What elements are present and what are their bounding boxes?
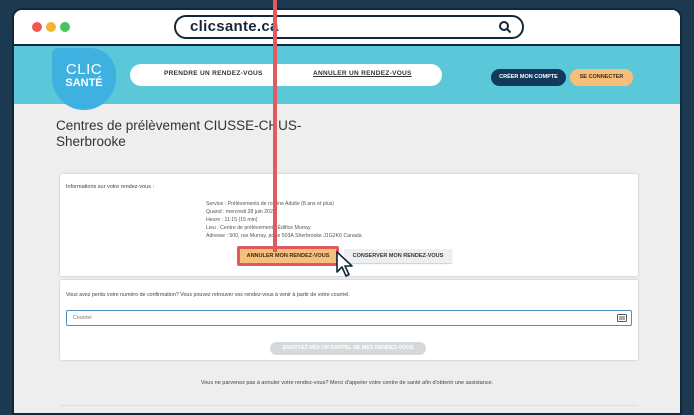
- annotation-red-line: [273, 0, 277, 252]
- reminder-card: Vous avez perdu votre numéro de confirma…: [60, 280, 638, 360]
- appointment-time: Heure : 11:15 (15 min): [206, 217, 258, 223]
- mouse-pointer-icon: [336, 251, 353, 277]
- appointment-location: Lieu : Centre de prélèvement - Édifice M…: [206, 225, 311, 231]
- footer-divider: [60, 405, 638, 406]
- nav-annuler-rendez-vous[interactable]: ANNULER UN RENDEZ-VOUS: [313, 70, 412, 77]
- lost-confirmation-text: Vous avez perdu votre numéro de confirma…: [66, 292, 350, 298]
- appointment-service: Service : Prélèvements de routine Adulte…: [206, 201, 335, 207]
- appointment-details: Service : Prélèvements de routine Adulte…: [206, 200, 362, 240]
- browser-window: clicsante.ca CLIC SANTÉ PRENDRE UN RENDE…: [12, 8, 682, 415]
- email-field[interactable]: Courriel: [66, 310, 632, 326]
- minimize-window-button[interactable]: [46, 22, 56, 32]
- login-button[interactable]: SE CONNECTER: [570, 69, 633, 86]
- maximize-window-button[interactable]: [60, 22, 70, 32]
- keep-appointment-button[interactable]: CONSERVER MON RENDEZ-VOUS: [344, 249, 452, 263]
- search-icon[interactable]: [498, 20, 512, 34]
- appointment-address: Adresse : 500, rue Murray, porte 503A Sh…: [206, 233, 362, 239]
- appointment-info-heading: Informations sur votre rendez-vous :: [66, 184, 155, 190]
- footer-help-text: Vous ne parvenez pas à annuler votre ren…: [200, 380, 494, 386]
- id-card-icon: [617, 314, 627, 322]
- logo-text-clic: CLIC: [65, 61, 103, 78]
- appointment-date: Quand : mercredi 28 juin 202: [206, 209, 273, 215]
- site-header: CLIC SANTÉ PRENDRE UN RENDEZ-VOUS ANNULE…: [14, 46, 680, 110]
- page-title: Centres de prélèvement CIUSSE-CHUS-Sherb…: [56, 118, 302, 149]
- address-bar[interactable]: clicsante.ca: [174, 15, 524, 39]
- nav-prendre-rendez-vous[interactable]: PRENDRE UN RENDEZ-VOUS: [164, 70, 263, 77]
- email-placeholder: Courriel: [73, 315, 92, 321]
- browser-titlebar: clicsante.ca: [14, 10, 680, 46]
- create-account-button[interactable]: CRÉER MON COMPTE: [491, 69, 566, 86]
- clicsante-logo[interactable]: CLIC SANTÉ: [52, 48, 116, 110]
- url-text: clicsante.ca: [190, 18, 279, 35]
- send-reminder-button[interactable]: ENVOYEZ-MOI UN RAPPEL DE MES RENDEZ-VOUS: [270, 342, 426, 355]
- main-nav: PRENDRE UN RENDEZ-VOUS ANNULER UN RENDEZ…: [130, 64, 442, 86]
- logo-text-sante: SANTÉ: [65, 77, 103, 89]
- close-window-button[interactable]: [32, 22, 42, 32]
- cancel-button-highlight: [237, 246, 339, 266]
